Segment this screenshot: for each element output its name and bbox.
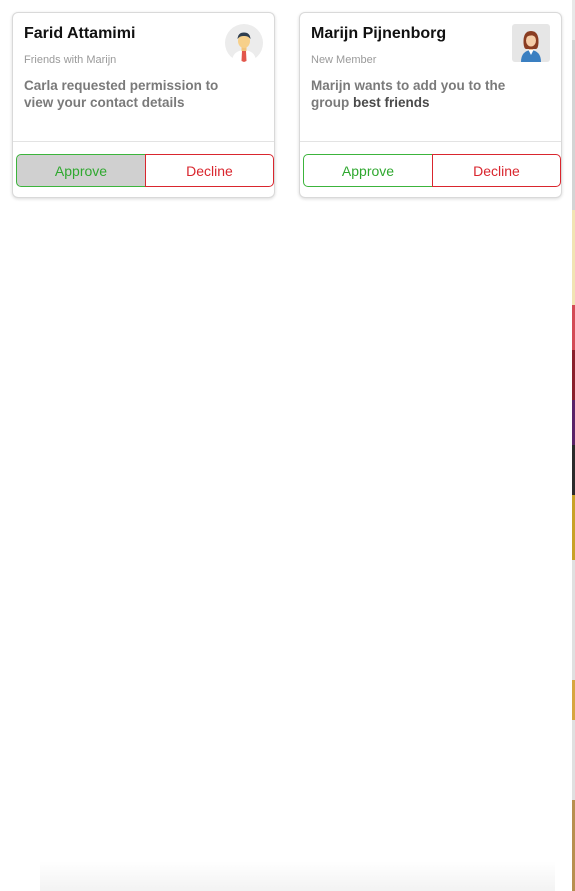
decline-button[interactable]: Decline [145, 154, 274, 187]
group-name: best friends [353, 95, 430, 110]
card-subtitle: Friends with Marijn [24, 54, 117, 66]
approve-button[interactable]: Approve [16, 154, 146, 187]
card-divider [13, 141, 274, 142]
card-message: Marijn wants to add you to the group bes… [311, 77, 536, 111]
female-avatar-icon [512, 24, 550, 62]
card-message-text: Carla requested permission to view your … [24, 78, 219, 110]
window-bottom-shadow [40, 861, 555, 891]
card-divider [300, 141, 561, 142]
card-name: Farid Attamimi [24, 25, 136, 42]
request-card: Farid Attamimi Friends with Marijn Carla… [12, 12, 275, 198]
approve-button[interactable]: Approve [303, 154, 433, 187]
card-message: Carla requested permission to view your … [24, 77, 249, 111]
card-name: Marijn Pijnenborg [311, 25, 447, 42]
card-subtitle: New Member [311, 54, 377, 66]
decline-button[interactable]: Decline [432, 154, 561, 187]
request-card: Marijn Pijnenborg New Member Marijn want… [299, 12, 562, 198]
male-avatar-icon [225, 24, 263, 62]
